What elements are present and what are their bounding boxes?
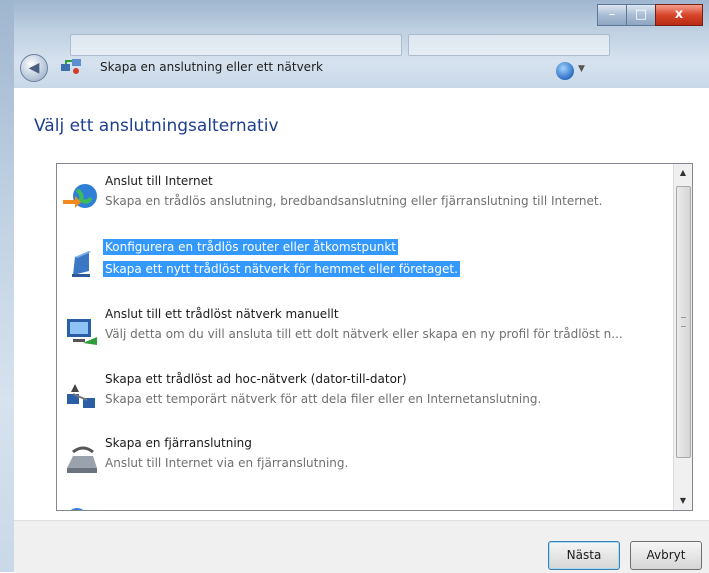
cancel-button[interactable]: Avbryt: [630, 541, 702, 570]
background-search-bar: [408, 34, 610, 56]
scroll-down-icon[interactable]: ▼: [674, 492, 692, 510]
scroll-up-icon[interactable]: ▲: [674, 164, 692, 182]
window-controls: – □ x: [597, 4, 703, 26]
help-icon[interactable]: [556, 62, 574, 80]
next-button[interactable]: Nästa: [548, 541, 620, 570]
modem-icon: [67, 446, 97, 473]
option-description: Välj detta om du vill ansluta till ett d…: [105, 327, 623, 341]
adhoc-network-icon: [67, 384, 95, 408]
minimize-button[interactable]: –: [597, 4, 627, 26]
option-title: Skapa en fjärranslutning: [105, 436, 252, 450]
back-arrow-icon[interactable]: ◀: [20, 54, 48, 82]
network-wizard-icon: [61, 59, 81, 74]
scrollbar-grip: [681, 317, 686, 327]
connection-options-list[interactable]: Anslut till Internet Skapa en trådlös an…: [56, 163, 693, 511]
option-description: Skapa ett temporärt nätverk för att dela…: [105, 392, 542, 406]
wizard-footer: Nästa Avbryt: [14, 520, 709, 573]
option-dialup[interactable]: Skapa en fjärranslutning Anslut till Int…: [57, 436, 672, 496]
option-title: Skapa ett trådlöst ad hoc-nätverk (dator…: [105, 372, 407, 386]
window-titlebar: – □ x ◀ Skapa en anslutning eller ett nä…: [0, 0, 709, 88]
option-partial-hidden[interactable]: [57, 500, 672, 510]
option-title: Anslut till ett trådlöst nätverk manuell…: [105, 307, 339, 321]
option-title: Konfigurera en trådlös router eller åtko…: [103, 239, 398, 255]
wireless-network-icon: [67, 319, 97, 345]
option-adhoc-network[interactable]: Skapa ett trådlöst ad hoc-nätverk (dator…: [57, 372, 672, 432]
option-description: Anslut till Internet via en fjärranslutn…: [105, 456, 349, 470]
list-scrollbar[interactable]: ▲ ▼: [673, 164, 692, 510]
maximize-button[interactable]: □: [626, 4, 656, 26]
option-manual-wireless[interactable]: Anslut till ett trådlöst nätverk manuell…: [57, 307, 672, 367]
window-title: Skapa en anslutning eller ett nätverk: [100, 60, 323, 74]
option-connect-internet[interactable]: Anslut till Internet Skapa en trådlös an…: [57, 174, 672, 234]
scrollbar-thumb[interactable]: [676, 186, 691, 458]
option-description: Skapa ett nytt trådlöst nätverk för hemm…: [103, 261, 460, 277]
option-description: Skapa en trådlös anslutning, bredbandsan…: [105, 194, 603, 208]
help-dropdown-icon[interactable]: ▼: [578, 64, 585, 74]
option-configure-router[interactable]: Konfigurera en trådlös router eller åtko…: [57, 239, 672, 299]
close-button[interactable]: x: [655, 4, 703, 26]
network-icon: [71, 508, 83, 510]
window-left-border: [0, 0, 14, 572]
background-address-bar: [70, 34, 402, 56]
globe-icon: [63, 184, 97, 208]
router-icon: [72, 251, 91, 277]
page-title: Välj ett anslutningsalternativ: [34, 116, 279, 136]
wizard-content: Välj ett anslutningsalternativ Anslut ti…: [14, 88, 709, 572]
option-title: Anslut till Internet: [105, 174, 213, 188]
